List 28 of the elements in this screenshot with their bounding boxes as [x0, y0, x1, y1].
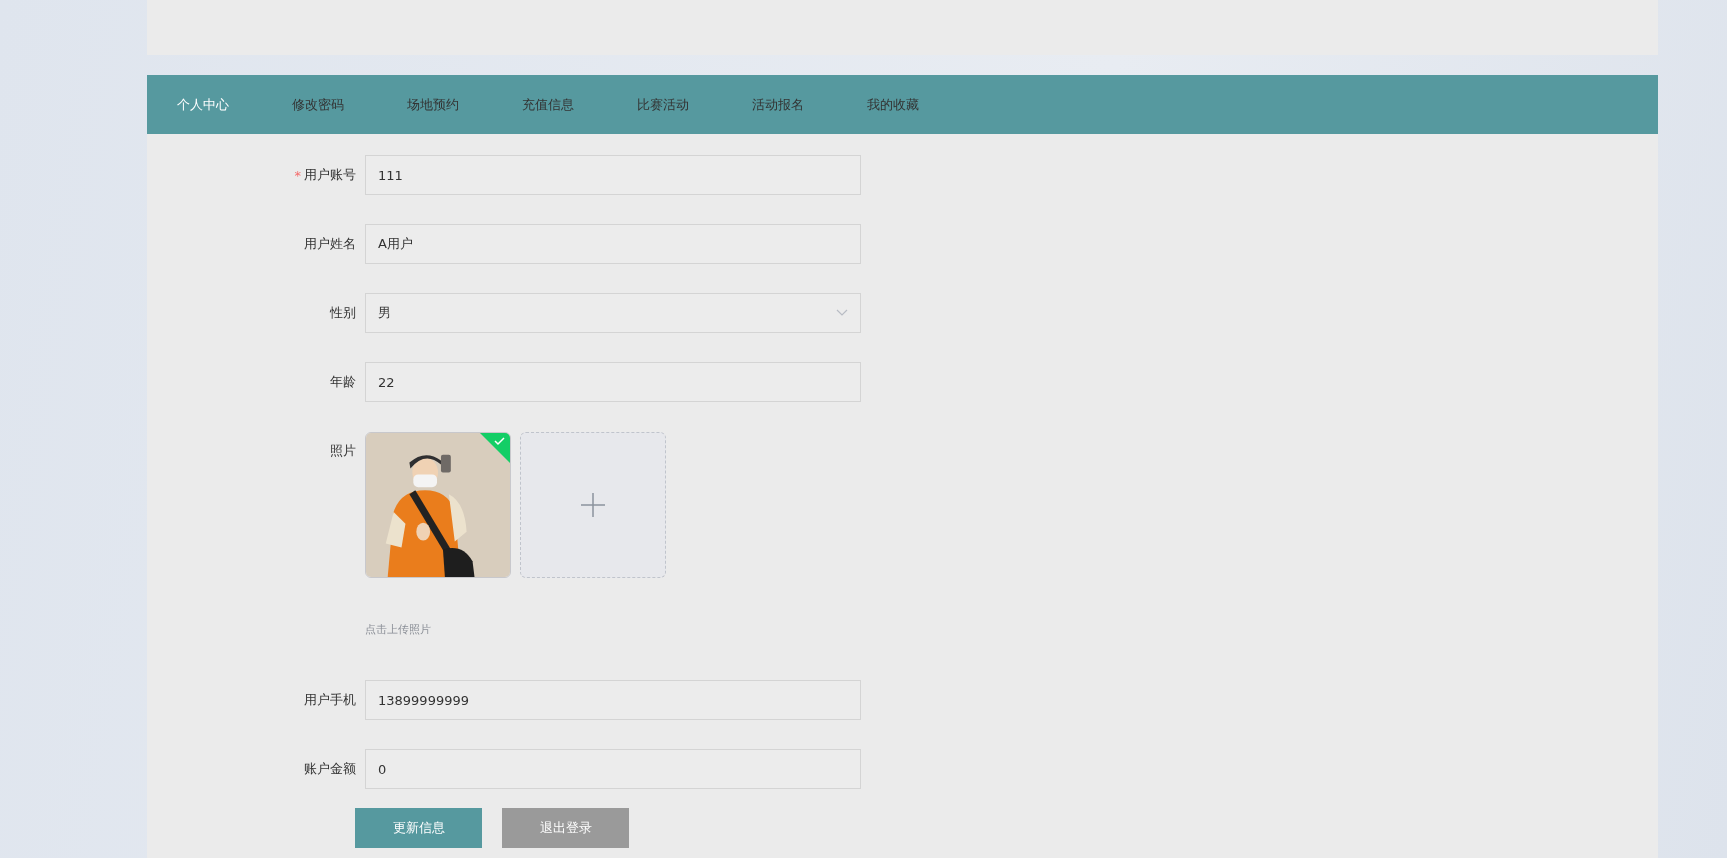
field-label: 照片	[330, 442, 356, 460]
input-field[interactable]: 13899999999	[365, 680, 861, 720]
chevron-down-icon	[836, 309, 848, 317]
field-label: 年龄	[330, 373, 356, 391]
input-field[interactable]: 22	[365, 362, 861, 402]
update-button[interactable]: 更新信息	[355, 808, 482, 848]
field-label: 账户金额	[304, 760, 356, 778]
nav-tab[interactable]: 活动报名	[752, 95, 867, 114]
input-field[interactable]: 111	[365, 155, 861, 195]
field-label: 性别	[330, 304, 356, 322]
field-label: 用户账号	[304, 166, 356, 184]
nav-tab[interactable]: 场地预约	[407, 95, 522, 114]
input-field[interactable]: 0	[365, 749, 861, 789]
select-field[interactable]: 男	[365, 293, 861, 333]
nav-tab[interactable]: 比赛活动	[637, 95, 752, 114]
plus-icon	[581, 493, 605, 517]
logout-button[interactable]: 退出登录	[502, 808, 629, 848]
upload-hint: 点击上传照片	[365, 622, 432, 637]
upload-box[interactable]	[520, 432, 666, 578]
nav-tab[interactable]: 充值信息	[522, 95, 637, 114]
check-badge-icon	[480, 433, 510, 463]
input-field[interactable]: A用户	[365, 224, 861, 264]
field-label: 用户姓名	[304, 235, 356, 253]
field-label: 用户手机	[304, 691, 356, 709]
nav-tab[interactable]: 我的收藏	[867, 95, 982, 114]
required-mark: *	[294, 167, 301, 183]
nav-tab[interactable]: 修改密码	[292, 95, 407, 114]
nav-tab[interactable]: 个人中心	[177, 95, 292, 114]
